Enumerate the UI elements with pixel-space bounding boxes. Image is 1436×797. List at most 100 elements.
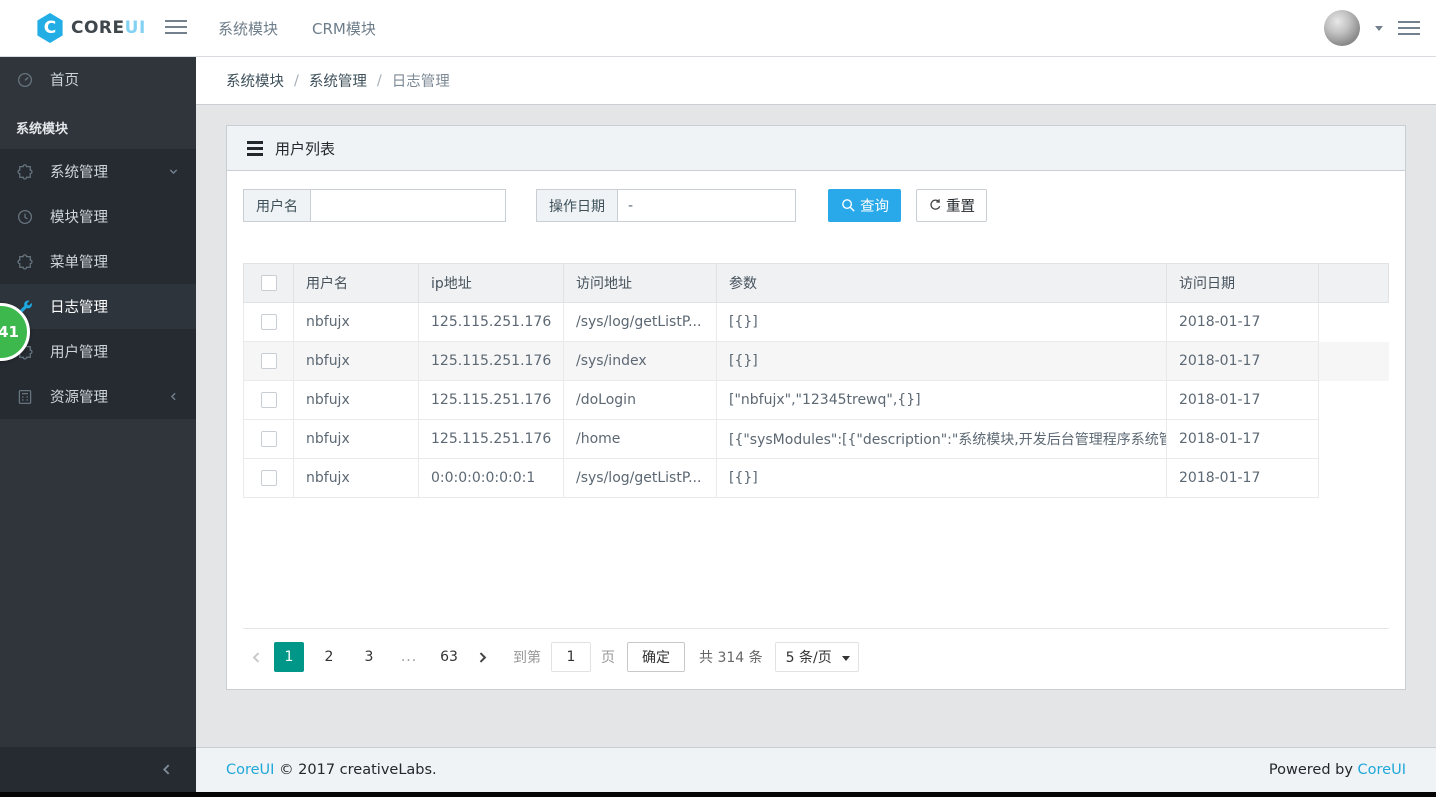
sidebar-item-label: 用户管理	[50, 345, 108, 361]
card-title: 用户列表	[275, 139, 336, 158]
params-cell: [{}]	[716, 458, 1167, 498]
ip-cell: 125.115.251.176	[418, 380, 564, 420]
column-header: 用户名	[293, 263, 419, 303]
date-cell: 2018-01-17	[1166, 419, 1319, 459]
row-checkbox[interactable]	[260, 470, 277, 486]
chevron-down-icon	[168, 166, 180, 177]
sidebar-item-home[interactable]: 首页	[0, 57, 196, 102]
reset-button[interactable]: 重置	[916, 189, 987, 222]
row-checkbox[interactable]	[260, 314, 277, 330]
footer-powered-coreui-link[interactable]: CoreUI	[1358, 762, 1406, 778]
column-header-spacer	[1318, 263, 1389, 303]
sidebar-nav: 系统管理模块管理菜单管理日志管理用户管理资源管理	[0, 149, 196, 419]
page-ellipsis: ...	[400, 649, 418, 665]
sidebar-minimizer[interactable]	[0, 747, 196, 792]
sidebar-item-system-management[interactable]: 系统管理	[0, 149, 196, 194]
row-checkbox[interactable]	[260, 392, 277, 408]
page-number-63[interactable]: 63	[434, 642, 464, 672]
chevron-down-icon[interactable]	[1375, 25, 1383, 31]
row-spacer-cell	[1319, 459, 1389, 498]
username-cell: nbfujx	[293, 458, 419, 498]
username-filter-group: 用户名	[243, 189, 506, 222]
page-unit-label: 页	[601, 650, 615, 666]
prev-page-icon[interactable]	[243, 642, 269, 672]
table-row: nbfujx 125.115.251.176/doLogin ["nbfujx","…	[243, 380, 1389, 420]
nav-link-system-module[interactable]: 系统模块	[218, 18, 278, 39]
row-spacer-cell	[1318, 341, 1389, 381]
params-cell: [{}]	[716, 302, 1167, 342]
sidebar-item-label: 日志管理	[50, 300, 108, 316]
breadcrumb-item-log-management: 日志管理	[391, 74, 450, 90]
puzzle-icon	[16, 252, 36, 272]
navbar-right	[1324, 0, 1420, 56]
card-header: 用户列表	[227, 126, 1405, 171]
sidebar-item-menu-management[interactable]: 菜单管理	[0, 239, 196, 284]
sidebar: 首页 系统模块 系统管理 模块管理 菜单管理 日志管理 用户管理 资源管理	[0, 57, 196, 792]
table-row: nbfujx 0:0:0:0:0:0:0:1/sys/log/getListP..…	[243, 458, 1389, 498]
bottom-strip	[0, 792, 1436, 797]
row-checkbox-cell	[243, 380, 294, 420]
brand-text: COREUI	[71, 18, 146, 38]
aside-toggle-icon[interactable]	[1398, 21, 1420, 35]
breadcrumb-item-system-management[interactable]: 系统管理	[309, 70, 367, 91]
goto-page-input[interactable]	[551, 642, 591, 672]
row-checkbox-cell	[243, 458, 294, 498]
sidebar-item-resource-management[interactable]: 资源管理	[0, 374, 196, 419]
sidebar-item-module-management[interactable]: 模块管理	[0, 194, 196, 239]
url-cell: /sys/log/getListP...	[563, 302, 717, 342]
page-number-2[interactable]: 2	[314, 642, 344, 672]
row-checkbox-cell	[243, 419, 294, 459]
select-caret-icon	[841, 656, 850, 661]
nav-link-crm-module[interactable]: CRM模块	[312, 18, 376, 39]
username-input[interactable]	[311, 189, 506, 222]
footer-copyright: © 2017 creativeLabs.	[279, 762, 437, 778]
sidebar-item-label: 资源管理	[50, 390, 108, 406]
log-table-container: 用户名 ip地址 访问地址 参数 访问日期 nbfujx 125.115.251.176/…	[243, 263, 1389, 628]
next-page-icon[interactable]	[469, 642, 495, 672]
column-header: 参数	[716, 263, 1167, 303]
ip-cell: 125.115.251.176	[418, 419, 564, 459]
speedometer-icon	[16, 70, 36, 90]
date-cell: 2018-01-17	[1166, 302, 1319, 342]
main-content: 用户列表 用户名 操作日期 查询	[196, 105, 1436, 747]
footer-coreui-link[interactable]: CoreUI	[226, 762, 274, 778]
row-checkbox[interactable]	[260, 353, 277, 369]
footer: CoreUI © 2017 creativeLabs. Powered by C…	[196, 747, 1436, 792]
sidebar-item-log-management[interactable]: 日志管理	[0, 284, 196, 329]
per-page-select[interactable]: 5 条/页	[774, 642, 859, 672]
total-count: 共 314 条	[699, 650, 763, 666]
refresh-icon	[930, 199, 941, 210]
log-table: 用户名 ip地址 访问地址 参数 访问日期 nbfujx 125.115.251.176/…	[243, 263, 1389, 498]
page-number-1[interactable]: 1	[274, 642, 304, 672]
confirm-button[interactable]: 确定	[627, 642, 685, 672]
sidebar-item-label: 系统管理	[50, 165, 108, 181]
breadcrumb-item-system-module[interactable]: 系统模块	[226, 70, 284, 91]
select-all-checkbox[interactable]	[260, 275, 277, 291]
brand-logo[interactable]: C COREUI	[36, 0, 146, 56]
list-icon	[247, 140, 263, 156]
row-checkbox-cell	[243, 341, 294, 381]
url-cell: /sys/log/getListP...	[563, 458, 717, 498]
goto-label: 到第	[513, 650, 541, 666]
sidebar-item-label: 菜单管理	[50, 255, 108, 271]
avatar[interactable]	[1324, 10, 1360, 46]
table-row: nbfujx 125.115.251.176/sys/index[{}] 2018-…	[243, 341, 1389, 381]
row-spacer-cell	[1319, 303, 1389, 342]
user-list-card: 用户列表 用户名 操作日期 查询	[226, 125, 1406, 690]
ip-cell: 0:0:0:0:0:0:0:1	[418, 458, 564, 498]
breadcrumb: 系统模块 / 系统管理 / 日志管理	[196, 57, 1436, 105]
sidebar-toggle-icon[interactable]	[165, 20, 187, 34]
row-checkbox[interactable]	[260, 431, 277, 447]
url-cell: /doLogin	[563, 380, 717, 420]
ip-cell: 125.115.251.176	[418, 302, 564, 342]
card-body: 用户名 操作日期 查询 重置	[227, 171, 1405, 690]
page-number-3[interactable]: 3	[354, 642, 384, 672]
username-cell: nbfujx	[293, 380, 419, 420]
row-checkbox-cell	[243, 302, 294, 342]
navbar-menu: 系统模块 CRM模块	[218, 0, 376, 56]
date-cell: 2018-01-17	[1166, 341, 1319, 381]
date-range-input[interactable]	[618, 189, 796, 222]
search-button[interactable]: 查询	[828, 189, 901, 222]
date-filter-group: 操作日期	[536, 189, 796, 222]
column-header: 访问日期	[1166, 263, 1319, 303]
